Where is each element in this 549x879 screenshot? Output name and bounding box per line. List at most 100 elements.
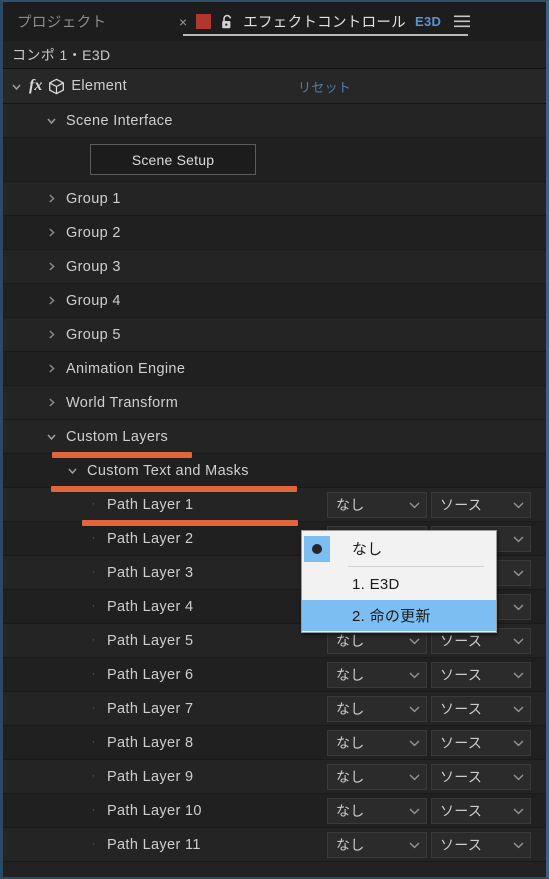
chevron-down-icon[interactable] [513, 671, 524, 679]
breadcrumb: コンポ 1・E3D [3, 41, 546, 69]
chevron-down-icon[interactable] [513, 773, 524, 781]
tree-row-label: Animation Engine [66, 360, 186, 377]
tree-row-path-layer[interactable]: · Path Layer 8 なし ソース [3, 726, 546, 760]
chevron-down-icon[interactable] [409, 501, 420, 509]
source-select[interactable]: ソース [431, 661, 531, 688]
unlocked-padlock-icon[interactable] [220, 14, 234, 30]
chevron-down-icon[interactable] [45, 114, 58, 127]
chevron-right-icon[interactable] [45, 192, 58, 205]
tree-row-label: Path Layer 8 [107, 734, 194, 751]
chevron-down-icon[interactable] [409, 739, 420, 747]
path-layer-controls: なし ソース [327, 797, 531, 824]
chevron-down-icon[interactable] [513, 569, 524, 577]
chevron-down-icon[interactable] [513, 535, 524, 543]
source-select-value: ソース [440, 836, 483, 853]
chevron-right-icon[interactable] [45, 294, 58, 307]
layer-select[interactable]: なし [327, 797, 427, 824]
tree-row-group[interactable]: Group 5 [3, 318, 546, 352]
chevron-down-icon[interactable] [10, 80, 23, 93]
tree-row-scene-interface[interactable]: Scene Interface [3, 104, 546, 138]
chevron-down-icon[interactable] [513, 841, 524, 849]
tree-row-path-layer[interactable]: · Path Layer 6 なし ソース [3, 658, 546, 692]
panel-menu-icon[interactable] [450, 15, 471, 28]
tree-row-group[interactable]: Group 3 [3, 250, 546, 284]
property-tree: fx Element リセット Scene Interface Scene Se… [3, 69, 546, 862]
tree-row-custom-layers[interactable]: Custom Layers [3, 420, 546, 454]
tree-row-group[interactable]: Animation Engine [3, 352, 546, 386]
chevron-right-icon[interactable] [45, 226, 58, 239]
layer-select[interactable]: なし [327, 831, 427, 858]
tree-row-group[interactable]: Group 1 [3, 182, 546, 216]
tree-row-group[interactable]: Group 4 [3, 284, 546, 318]
tree-row-label: Custom Layers [66, 428, 169, 445]
bullet-icon: · [91, 804, 96, 816]
chevron-down-icon[interactable] [409, 671, 420, 679]
source-select[interactable]: ソース [431, 763, 531, 790]
source-select-value: ソース [440, 666, 483, 683]
source-select[interactable]: ソース [431, 491, 531, 518]
tree-row-path-layer[interactable]: · Path Layer 7 なし ソース [3, 692, 546, 726]
layer-select-value: なし [336, 666, 365, 683]
red-color-chip-icon [196, 14, 212, 29]
radio-selected-icon [304, 535, 330, 562]
tree-row-label: Path Layer 1 [107, 496, 194, 513]
tree-row-label: Group 1 [66, 190, 121, 207]
layer-select-value: なし [336, 496, 365, 513]
path-layer-controls: なし ソース [327, 831, 531, 858]
chevron-right-icon[interactable] [45, 396, 58, 409]
chevron-down-icon[interactable] [513, 501, 524, 509]
tab-effect-controls[interactable]: × エフェクトコントロール E3D [175, 2, 476, 41]
layer-select[interactable]: なし [327, 695, 427, 722]
chevron-down-icon[interactable] [513, 705, 524, 713]
tree-row-path-layer[interactable]: · Path Layer 10 なし ソース [3, 794, 546, 828]
chevron-down-icon[interactable] [409, 807, 420, 815]
source-select[interactable]: ソース [431, 729, 531, 756]
tree-row-path-layer[interactable]: · Path Layer 11 なし ソース [3, 828, 546, 862]
layer-select-value: なし [336, 768, 365, 785]
bullet-icon: · [91, 736, 96, 748]
chevron-down-icon[interactable] [45, 430, 58, 443]
chevron-down-icon[interactable] [409, 705, 420, 713]
chevron-right-icon[interactable] [45, 328, 58, 341]
path-layer-controls: なし ソース [327, 729, 531, 756]
chevron-down-icon[interactable] [513, 739, 524, 747]
chevron-down-icon[interactable] [513, 807, 524, 815]
layer-select[interactable]: なし [327, 661, 427, 688]
bullet-icon: · [91, 770, 96, 782]
bullet-icon: · [91, 668, 96, 680]
reset-link[interactable]: リセット [298, 77, 351, 96]
tree-row-path-layer[interactable]: · Path Layer 9 なし ソース [3, 760, 546, 794]
source-select-value: ソース [440, 802, 483, 819]
layer-select[interactable]: なし [327, 763, 427, 790]
scene-setup-button[interactable]: Scene Setup [90, 144, 256, 175]
chevron-down-icon[interactable] [409, 637, 420, 645]
tree-row-label: Path Layer 7 [107, 700, 194, 717]
layer-select-value: なし [336, 802, 365, 819]
chevron-down-icon[interactable] [66, 464, 79, 477]
tree-row-group[interactable]: World Transform [3, 386, 546, 420]
chevron-down-icon[interactable] [513, 603, 524, 611]
source-select[interactable]: ソース [431, 797, 531, 824]
tree-row-path-layer[interactable]: · Path Layer 1 なし ソース [3, 488, 546, 522]
bullet-icon: · [91, 498, 96, 510]
chevron-down-icon[interactable] [409, 773, 420, 781]
layer-select-dropdown-popup[interactable]: なし 1. E3D 2. 命の更新 [301, 530, 497, 633]
tab-project[interactable]: プロジェクト [3, 11, 106, 32]
popup-option[interactable]: なし [302, 533, 496, 564]
tree-row-label: Group 3 [66, 258, 121, 275]
chevron-right-icon[interactable] [45, 362, 58, 375]
popup-option[interactable]: 2. 命の更新 [302, 600, 496, 631]
chevron-right-icon[interactable] [45, 260, 58, 273]
tree-row-custom-text-and-masks[interactable]: Custom Text and Masks [3, 454, 546, 488]
source-select[interactable]: ソース [431, 695, 531, 722]
layer-select[interactable]: なし [327, 491, 427, 518]
source-select[interactable]: ソース [431, 831, 531, 858]
chevron-down-icon[interactable] [513, 637, 524, 645]
tree-row-group[interactable]: Group 2 [3, 216, 546, 250]
effect-header-row[interactable]: fx Element リセット [3, 69, 546, 104]
popup-option[interactable]: 1. E3D [302, 569, 496, 600]
close-icon[interactable]: × [179, 15, 187, 29]
chevron-down-icon[interactable] [409, 841, 420, 849]
tree-row-label: Path Layer 9 [107, 768, 194, 785]
layer-select[interactable]: なし [327, 729, 427, 756]
